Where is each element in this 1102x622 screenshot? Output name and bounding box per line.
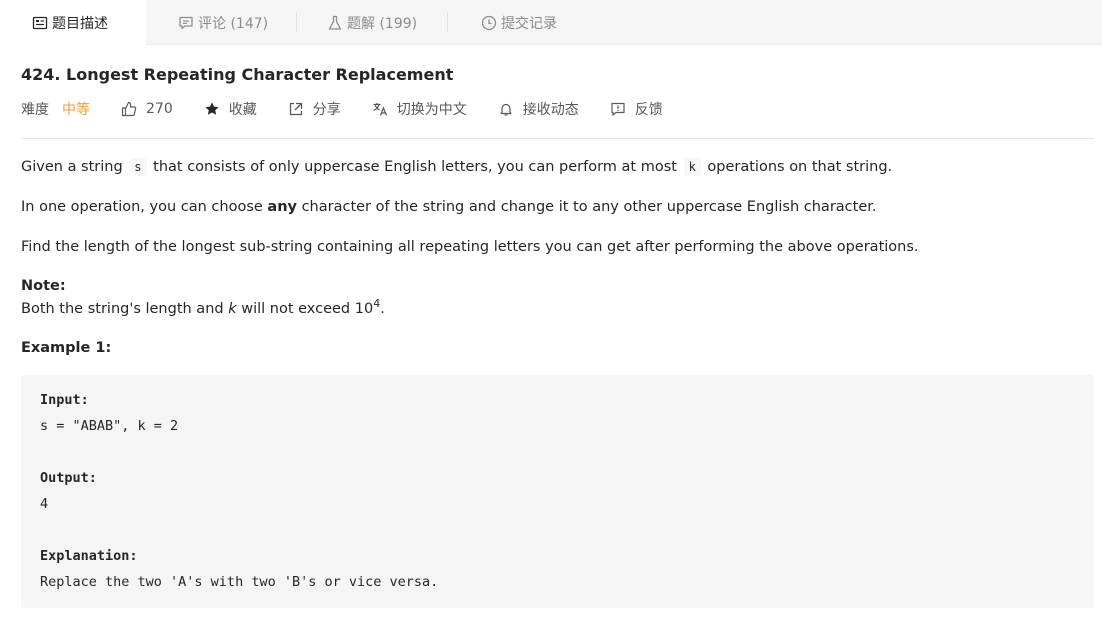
inline-code: s xyxy=(129,158,147,176)
tab-label: 评论 (147) xyxy=(198,15,269,32)
text: character of the string and change it to… xyxy=(301,199,877,215)
explanation-label: Explanation: xyxy=(40,548,138,564)
note-heading: Note: xyxy=(21,278,66,294)
note-text: Both the string's length and k will not … xyxy=(21,297,385,321)
translate-icon xyxy=(372,101,388,117)
share-label: 分享 xyxy=(312,102,341,118)
description-paragraph: Find the length of the longest sub-strin… xyxy=(21,235,919,259)
tab-solutions[interactable]: 题解 (199) xyxy=(327,0,417,45)
feedback-icon xyxy=(610,101,626,117)
text: In one operation, you can choose xyxy=(21,199,263,215)
translate-label: 切换为中文 xyxy=(396,102,467,118)
tab-separator xyxy=(296,12,297,32)
text: operations on that string. xyxy=(707,159,893,175)
thumbs-up-icon xyxy=(121,101,137,117)
tab-label: 题解 (199) xyxy=(347,15,418,32)
tab-separator xyxy=(447,12,448,32)
text: that consists of only uppercase English … xyxy=(153,159,677,175)
tab-description[interactable]: 题目描述 xyxy=(0,0,146,46)
text: Given a string xyxy=(21,159,123,175)
text: will not exceed 10 xyxy=(241,301,374,317)
description-icon xyxy=(32,15,48,31)
text: . xyxy=(380,301,385,317)
favorite-button[interactable]: 收藏 xyxy=(204,99,257,119)
tab-bar: 题目描述 评论 (147) 题解 (199) 提交记录 xyxy=(0,0,1102,46)
inline-code: k xyxy=(683,158,701,176)
tab-submissions[interactable]: 提交记录 xyxy=(481,0,557,45)
description-paragraph: Given a string s that consists of only u… xyxy=(21,155,892,179)
input-label: Input: xyxy=(40,392,89,408)
text: Find the length of the longest sub-strin… xyxy=(21,239,919,255)
text: Both the string's length and xyxy=(21,301,224,317)
subscribe-label: 接收动态 xyxy=(522,102,579,118)
share-button[interactable]: 分享 xyxy=(288,99,341,119)
subscribe-button[interactable]: 接收动态 xyxy=(498,99,579,119)
problem-meta: 难度 中等 270 收藏 分享 切换为中文 接收动态 反馈 xyxy=(21,98,694,120)
description-paragraph: In one operation, you can choose any cha… xyxy=(21,195,876,219)
italic-text: k xyxy=(228,301,237,317)
output-label: Output: xyxy=(40,470,97,486)
example-code-block: Input: s = "ABAB", k = 2 Output: 4 Expla… xyxy=(21,375,1094,608)
example-heading: Example 1: xyxy=(21,340,112,356)
feedback-label: 反馈 xyxy=(634,102,663,118)
difficulty-label: 难度 xyxy=(21,102,49,118)
bold-text: any xyxy=(267,199,297,215)
tab-label: 题目描述 xyxy=(52,16,108,32)
output-value: 4 xyxy=(40,496,49,512)
tab-label: 提交记录 xyxy=(501,15,557,32)
flask-icon xyxy=(327,15,343,31)
share-icon xyxy=(288,101,304,117)
translate-button[interactable]: 切换为中文 xyxy=(372,99,467,119)
star-icon xyxy=(204,101,220,117)
input-value: s = "ABAB", k = 2 xyxy=(40,418,179,434)
explanation-value: Replace the two 'A's with two 'B's or vi… xyxy=(40,574,439,590)
bell-icon xyxy=(498,101,514,117)
favorite-label: 收藏 xyxy=(228,102,257,118)
clock-icon xyxy=(481,15,497,31)
like-count: 270 xyxy=(146,101,173,117)
divider xyxy=(21,138,1094,139)
feedback-button[interactable]: 反馈 xyxy=(610,99,663,119)
tab-comments[interactable]: 评论 (147) xyxy=(178,0,268,45)
difficulty-value: 中等 xyxy=(62,102,90,118)
comment-icon xyxy=(178,15,194,31)
problem-title: 424. Longest Repeating Character Replace… xyxy=(21,65,454,84)
like-button[interactable]: 270 xyxy=(121,101,173,117)
